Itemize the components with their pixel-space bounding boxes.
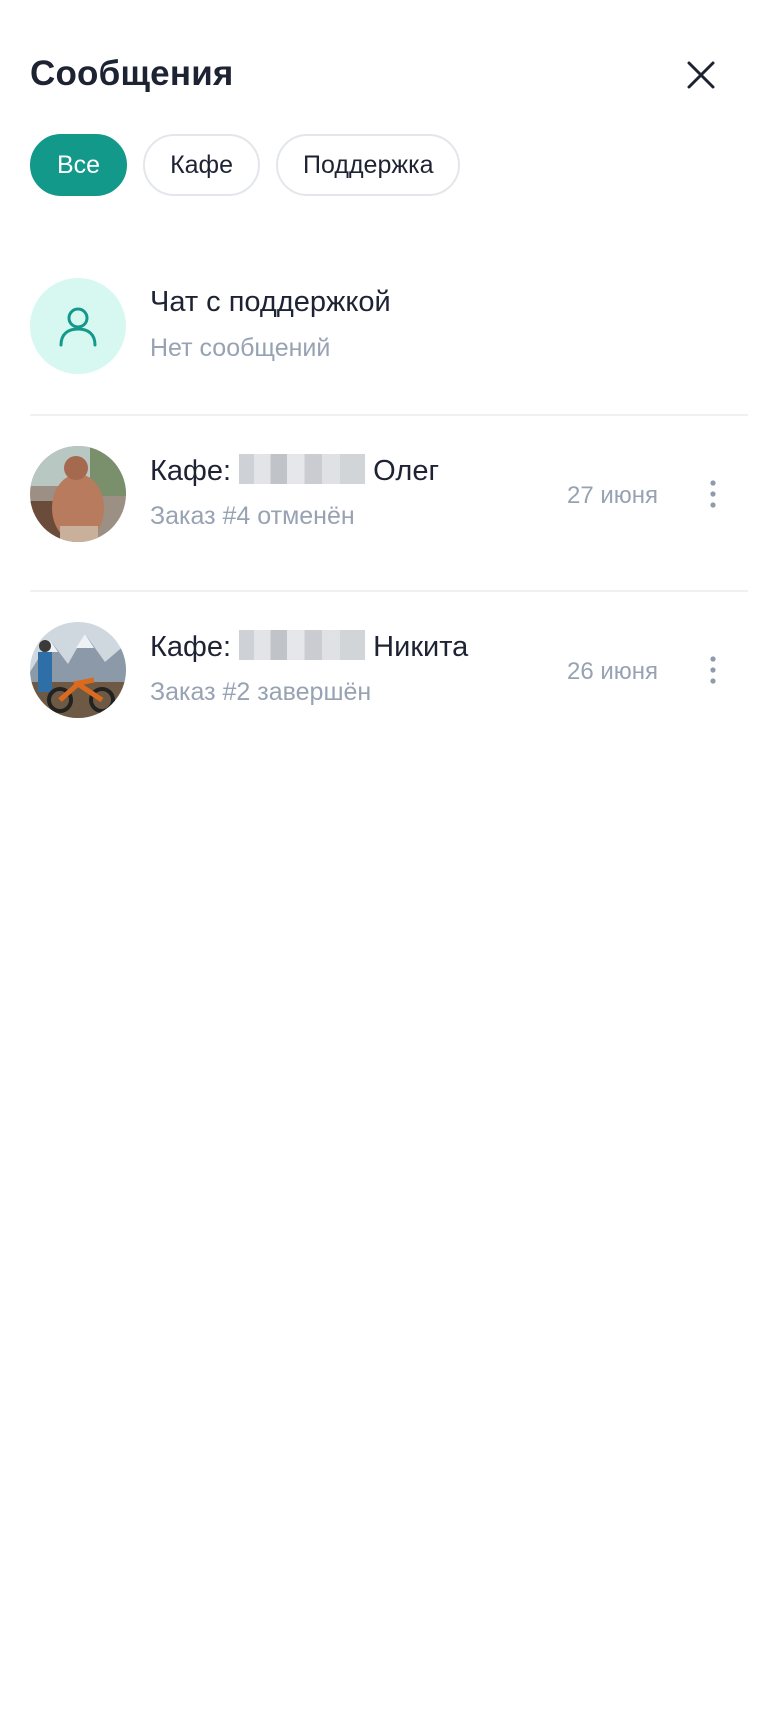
- chat-title: Кафе: Никита: [150, 630, 468, 664]
- user-photo: [30, 446, 126, 542]
- avatar: [30, 622, 126, 718]
- chat-title-suffix: Олег: [365, 455, 440, 487]
- chat-title-prefix: Кафе:: [150, 455, 240, 487]
- chat-last-message: Нет сообщений: [150, 334, 331, 362]
- avatar: [30, 446, 126, 542]
- chat-item-support[interactable]: Чат с поддержкой Нет сообщений: [30, 248, 748, 416]
- redacted-name: [239, 454, 366, 484]
- header: Сообщения: [30, 40, 748, 110]
- more-vertical-icon: [710, 480, 716, 508]
- chat-title: Кафе: Олег: [150, 454, 439, 488]
- chat-title-suffix: Никита: [365, 631, 469, 663]
- chat-last-message: Заказ #2 завершён: [150, 678, 372, 706]
- chat-title: Чат с поддержкой: [150, 286, 391, 318]
- user-photo: [30, 622, 126, 718]
- redacted-name: [239, 630, 366, 660]
- chat-date: 26 июня: [566, 658, 658, 685]
- filter-chip-support[interactable]: Поддержка: [276, 134, 461, 196]
- more-vertical-icon: [710, 656, 716, 684]
- close-button[interactable]: [680, 54, 722, 96]
- chat-last-message: Заказ #4 отменён: [150, 502, 355, 530]
- filter-chip-cafe[interactable]: Кафе: [143, 134, 261, 196]
- close-icon: [687, 61, 715, 89]
- chat-title-prefix: Кафе:: [150, 631, 240, 663]
- chat-item-cafe-nikita[interactable]: Кафе: Никита Заказ #2 завершён 26 июня: [30, 592, 748, 768]
- avatar: [30, 278, 126, 374]
- chat-item-cafe-oleg[interactable]: Кафе: Олег Заказ #4 отменён 27 июня: [30, 416, 748, 592]
- more-button[interactable]: [698, 472, 728, 516]
- filter-tabs: Все Кафе Поддержка: [30, 134, 461, 198]
- filter-chip-all[interactable]: Все: [30, 134, 128, 196]
- support-user-icon: [59, 307, 97, 347]
- chat-list: Чат с поддержкой Нет сообщений Кафе: Оле…: [30, 248, 748, 768]
- page-title: Сообщения: [30, 54, 234, 93]
- chat-date: 27 июня: [566, 482, 658, 509]
- more-button[interactable]: [698, 648, 728, 692]
